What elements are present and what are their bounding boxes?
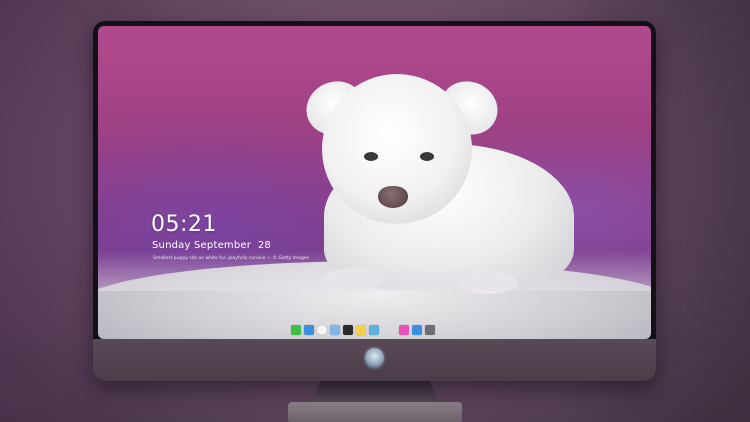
finder-icon[interactable] [304, 325, 314, 335]
monitor-stand-base [288, 402, 462, 422]
background-scene: 05:21 Sunday September 28 Smallest puppy… [0, 0, 750, 422]
music-icon[interactable] [399, 325, 409, 335]
lockscreen-date: Sunday September 28 [152, 240, 271, 251]
photos-icon[interactable] [369, 325, 379, 335]
monitor: 05:21 Sunday September 28 Smallest puppy… [93, 21, 656, 381]
video-icon[interactable] [343, 325, 353, 335]
lockscreen-clock: 05:21 [151, 212, 217, 237]
dock [291, 323, 435, 337]
notes-icon[interactable] [356, 325, 366, 335]
lock-screen[interactable]: 05:21 Sunday September 28 Smallest puppy… [98, 26, 651, 339]
preview-icon[interactable] [330, 325, 340, 335]
monitor-chin [93, 339, 656, 381]
clock-icon[interactable] [317, 325, 327, 335]
wallpaper-dog-eye [420, 152, 434, 161]
wallpaper-dog-eye [364, 152, 378, 161]
app-store-icon[interactable] [412, 325, 422, 335]
wallpaper-dog-nose [378, 186, 408, 208]
wallpaper-caption[interactable]: Smallest puppy sits on white fur, playfu… [153, 256, 309, 261]
brand-logo-icon [365, 348, 384, 368]
messages-icon[interactable] [291, 325, 301, 335]
camera-icon[interactable] [425, 325, 435, 335]
